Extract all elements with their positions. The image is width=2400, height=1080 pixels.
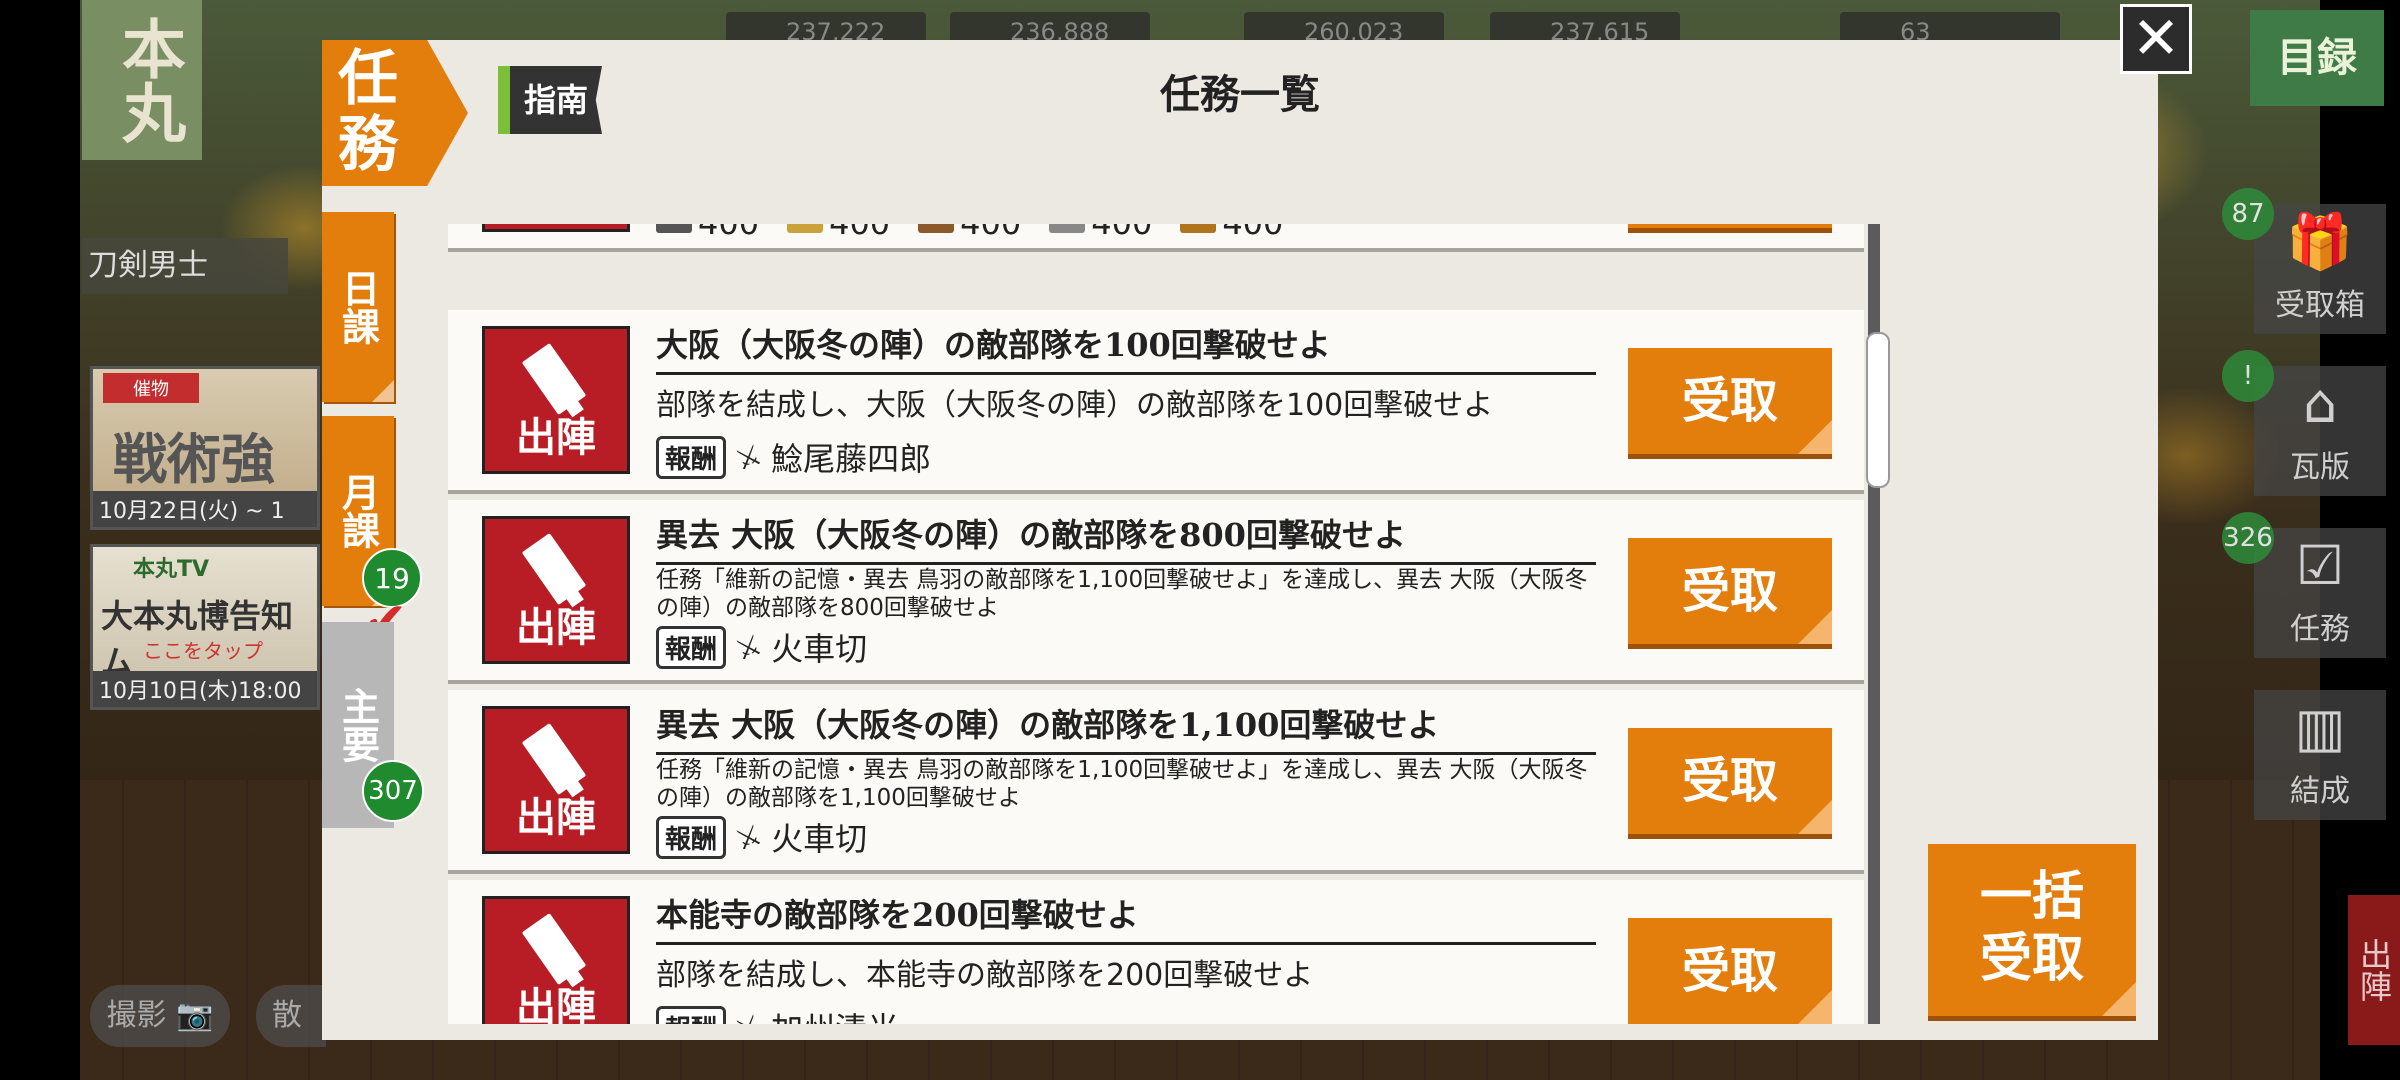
kawaraban-badge: ! (2222, 350, 2274, 402)
quest-row-partial: 400 400 400 400 400 (448, 224, 1864, 248)
close-icon[interactable]: ✕ (2120, 4, 2192, 74)
event-title: 戦術強 (113, 427, 275, 491)
quest-row: 出陣 異去 大阪（大阪冬の陣）の敵部隊を800回撃破せよ 任務「維新の記憶・異去… (448, 500, 1864, 680)
sword-reward-icon: ⚔ (731, 1007, 766, 1024)
sortie-icon: 出陣 (482, 896, 630, 1024)
sortie-icon: 出陣 (482, 516, 630, 664)
event-tag: 催物 (103, 373, 199, 403)
reward-name: 火車切 (771, 820, 868, 858)
event-date: 10月22日(火) ~ 1 (93, 491, 317, 527)
resource-icon (918, 224, 955, 233)
formation-icon: ▥ (2294, 696, 2346, 759)
receive-label: 受取 (1681, 563, 1778, 619)
reward-label: 報酬 (656, 1005, 727, 1024)
shutsujin-side-button[interactable]: 出陣 (2348, 895, 2400, 1045)
partial-rewards: 400 400 400 400 400 (656, 224, 1283, 242)
sortie-icon-label: 出陣 (516, 414, 596, 461)
sortie-icon: 出陣 (482, 706, 630, 854)
tab-monthly-label: 月課 (335, 473, 381, 549)
screenshot-button[interactable]: 撮影 📷 (90, 985, 230, 1047)
main-badge: 307 (362, 760, 424, 822)
quest-dialog: 任務 指南 任務一覧 日課 月課 19 ✔ 主要 307 400 400 400… (322, 40, 2158, 1040)
quest-row: 出陣 大阪（大阪冬の陣）の敵部隊を100回撃破せよ 部隊を結成し、大阪（大阪冬の… (448, 310, 1864, 490)
reward-amount: 400 (829, 224, 890, 242)
quest-reward: 報酬 ⚔ 火車切 (656, 624, 867, 670)
tv-date: 10月10日(木)18:00 (93, 671, 317, 707)
sword-reward-icon: ⚔ (731, 437, 767, 477)
quest-row: 出陣 異去 大阪（大阪冬の陣）の敵部隊を1,100回撃破せよ 任務「維新の記憶・… (448, 690, 1864, 870)
ninmu-side-button[interactable]: ☑ 任務 (2254, 528, 2386, 658)
quest-description: 任務「維新の記憶・異去 鳥羽の敵部隊を1,100回撃破せよ」を達成し、異去 大阪… (656, 567, 1588, 621)
quest-description: 部隊を結成し、大阪（大阪冬の陣）の敵部隊を100回撃破せよ (656, 388, 1494, 423)
reward-label: 報酬 (656, 815, 727, 859)
sortie-icon: 出陣 (482, 326, 630, 474)
camera-icon: 📷 (176, 998, 214, 1033)
receive-all-label-2: 受取 (1979, 928, 2084, 989)
tv-banner[interactable]: 本丸TV 大本丸博告知ム ここをタップ 10月10日(木)18:00 (90, 544, 320, 710)
ninmu-side-label: 任務 (2290, 612, 2350, 647)
quest-list[interactable]: 400 400 400 400 400 出陣 大阪（大阪冬の陣）の敵部隊を100… (448, 224, 1876, 1024)
receive-label: 受取 (1681, 753, 1778, 809)
reward-amount: 400 (698, 224, 759, 242)
reward-name: 加州清光 (771, 1004, 899, 1024)
screen-edge-left (0, 0, 80, 1080)
tab-main-label: 主要 (335, 687, 381, 763)
gift-box-badge: 87 (2222, 188, 2274, 240)
kawaraban-label: 瓦版 (2290, 450, 2350, 485)
quest-title: 本能寺の敵部隊を200回撃破せよ (656, 890, 1596, 945)
stroll-button[interactable]: 散 (256, 985, 326, 1047)
sortie-icon-label: 出陣 (516, 984, 596, 1024)
gift-box-label: 受取箱 (2275, 288, 2365, 323)
resource-icon (787, 224, 824, 233)
quest-row: 出陣 本能寺の敵部隊を200回撃破せよ 部隊を結成し、本能寺の敵部隊を200回撃… (448, 880, 1864, 1024)
reward-label: 報酬 (656, 435, 727, 479)
receive-button[interactable]: 受取 (1628, 538, 1832, 644)
screenshot-label: 撮影 (106, 998, 167, 1033)
quest-reward: 報酬 ⚔ 加州清光 (656, 1004, 899, 1024)
quest-description: 部隊を結成し、本能寺の敵部隊を200回撃破せよ (656, 958, 1314, 993)
mokuroku-button[interactable]: 目録 (2250, 10, 2384, 106)
receive-all-button[interactable]: 一括 受取 (1928, 844, 2136, 1016)
receive-all-label-1: 一括 (1979, 866, 2084, 927)
dialog-title: 任務一覧 (1160, 71, 1320, 118)
tv-label: 本丸TV (133, 557, 210, 582)
sortie-icon-label: 出陣 (516, 794, 596, 841)
kessei-label: 結成 (2290, 774, 2350, 809)
receive-button[interactable]: 受取 (1628, 348, 1832, 454)
sortie-icon-label: 出陣 (516, 604, 596, 651)
quest-title: 異去 大阪（大阪冬の陣）の敵部隊を1,100回撃破せよ (656, 700, 1596, 755)
sword-reward-icon: ⚔ (731, 817, 767, 857)
resource-icon (656, 224, 692, 233)
tab-daily[interactable]: 日課 (322, 212, 394, 402)
touken-danshi-button[interactable]: 刀剣男士 (82, 238, 288, 294)
resource-icon (1180, 224, 1217, 233)
receive-button[interactable]: 受取 (1628, 918, 1832, 1024)
quest-reward: 報酬 ⚔ 火車切 (656, 814, 867, 860)
quest-description: 任務「維新の記憶・異去 鳥羽の敵部隊を1,100回撃破せよ」を達成し、異去 大阪… (656, 757, 1588, 811)
sword-reward-icon: ⚔ (731, 627, 767, 667)
quest-reward: 報酬 ⚔ 鯰尾藤四郎 (656, 434, 931, 480)
kawaraban-button[interactable]: ⌂ 瓦版 (2254, 366, 2386, 496)
reward-name: 鯰尾藤四郎 (771, 440, 932, 478)
tv-tap-hint: ここをタップ (143, 639, 263, 663)
ninmu-side-badge: 326 (2222, 512, 2274, 564)
event-banner[interactable]: 催物 戦術強 10月22日(火) ~ 1 (90, 366, 320, 530)
resource-icon (1049, 224, 1086, 233)
quest-title: 異去 大阪（大阪冬の陣）の敵部隊を800回撃破せよ (656, 510, 1596, 565)
reward-amount: 400 (1091, 224, 1152, 242)
reward-amount: 400 (960, 224, 1021, 242)
receive-button[interactable]: 受取 (1628, 728, 1832, 834)
quest-title: 大阪（大阪冬の陣）の敵部隊を100回撃破せよ (656, 320, 1596, 375)
reward-label: 報酬 (656, 625, 727, 669)
kessei-button[interactable]: ▥ 結成 (2254, 690, 2386, 820)
scrollbar-thumb[interactable] (1866, 332, 1890, 488)
reward-amount: 400 (1222, 224, 1283, 242)
gift-box-button[interactable]: 🎁 受取箱 (2254, 204, 2386, 334)
receive-label: 受取 (1681, 943, 1778, 999)
tab-daily-label: 日課 (335, 269, 381, 345)
honmaru-label: 本丸 (82, 0, 202, 160)
receive-label: 受取 (1681, 373, 1778, 429)
reward-name: 火車切 (771, 630, 868, 668)
